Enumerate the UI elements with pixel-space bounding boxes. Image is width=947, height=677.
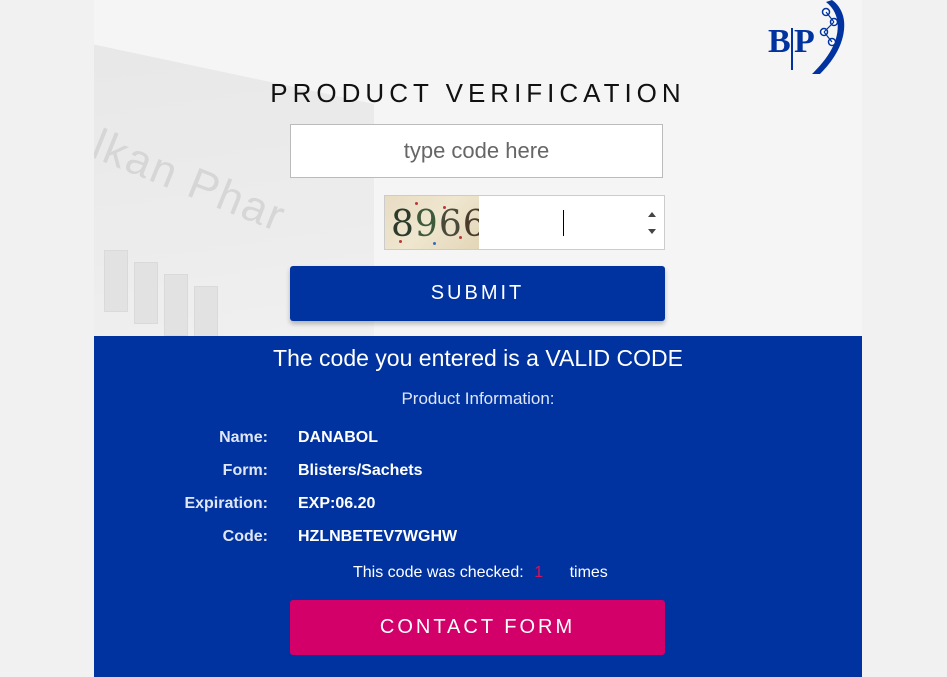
info-value: DANABOL (298, 429, 378, 446)
captcha-image: 8966 (385, 196, 479, 249)
product-info-heading: Product Information: (401, 389, 555, 408)
page-title: PRODUCT VERIFICATION (270, 78, 686, 108)
info-row-code: Code: HZLNBETEV7WGHW (94, 528, 862, 548)
captcha-input[interactable] (479, 196, 664, 249)
verification-panel: lkan Phar B P PRODUCT VERIFICATION 8966 (94, 0, 862, 677)
captcha-row: 8966 (384, 195, 665, 250)
info-row-name: Name: DANABOL (94, 429, 862, 449)
check-count-suffix: times (569, 564, 608, 581)
result-section: The code you entered is a VALID CODE Pro… (94, 336, 862, 677)
info-row-form: Form: Blisters/Sachets (94, 462, 862, 482)
contact-form-button[interactable]: CONTACT FORM (290, 600, 665, 655)
check-count-prefix: This code was checked: (353, 564, 524, 581)
captcha-field-wrap (479, 196, 664, 249)
check-count-value: 1 (534, 564, 544, 581)
check-count-text: This code was checked: 1 times (353, 564, 608, 582)
number-spinner[interactable] (646, 212, 658, 234)
result-heading: The code you entered is a VALID CODE (273, 345, 683, 371)
info-value: HZLNBETEV7WGHW (298, 528, 458, 545)
info-value: EXP:06.20 (298, 495, 376, 512)
submit-button[interactable]: SUBMIT (290, 266, 665, 321)
info-label: Name: (219, 429, 268, 446)
svg-text:B: B (768, 23, 791, 60)
info-label: Expiration: (184, 495, 268, 512)
info-value: Blisters/Sachets (298, 462, 423, 479)
info-label: Code: (222, 528, 268, 545)
captcha-digit: 8 (391, 204, 415, 245)
info-label: Form: (222, 462, 268, 479)
spin-down-icon[interactable] (648, 229, 656, 234)
page: lkan Phar B P PRODUCT VERIFICATION 8966 (0, 0, 947, 677)
captcha-digit: 9 (414, 204, 439, 245)
info-row-expiration: Expiration: EXP:06.20 (94, 495, 862, 515)
text-caret (563, 210, 564, 236)
product-code-input[interactable] (290, 124, 663, 178)
captcha-digit: 6 (462, 204, 479, 245)
company-logo: B P (768, 0, 845, 74)
svg-text:P: P (794, 23, 815, 60)
spin-up-icon[interactable] (648, 212, 656, 217)
